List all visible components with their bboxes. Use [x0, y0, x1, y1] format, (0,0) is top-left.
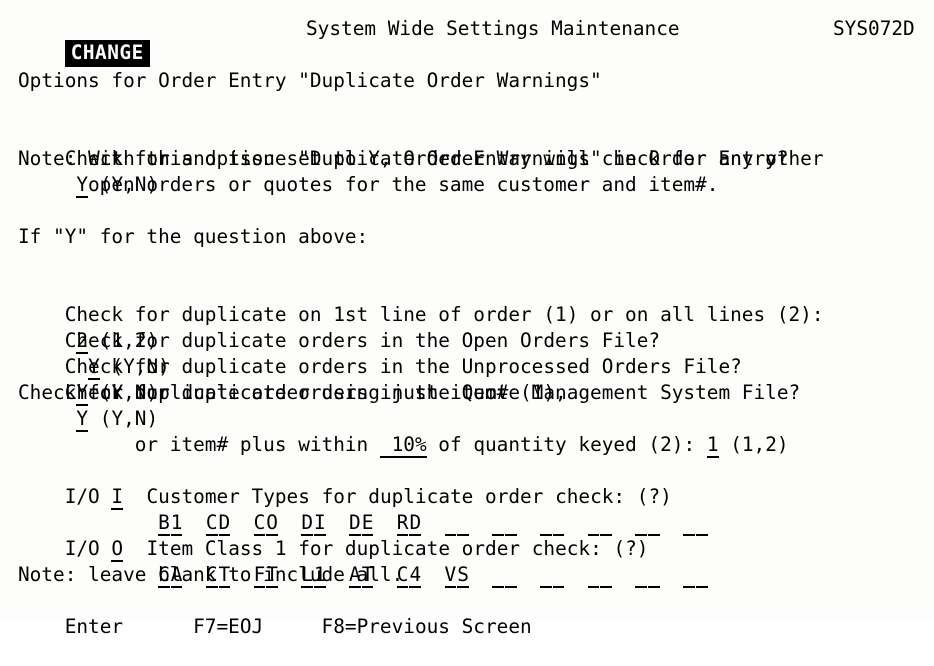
quantity-tolerance-percent-field[interactable]: 10%	[379, 434, 427, 458]
item-rule-middle: of quantity keyed (2):	[426, 433, 707, 456]
program-id: SYS072D	[833, 17, 915, 40]
item-class-row: I/O O Item Class 1 for duplicate order c…	[18, 510, 648, 562]
item-class-slot[interactable]: VS	[444, 562, 469, 588]
customer-types-slots-row: B1 CD CO DI DE RD	[18, 484, 708, 536]
item-class-slots-row: CA CT FT L1 AT C4 VS	[18, 536, 708, 588]
function-key-bar: Enter F7=EOJ F8=Previous Screen	[18, 588, 532, 638]
customer-types-row: I/O I Customer Types for duplicate order…	[18, 458, 672, 510]
terminal-screen: CHANGE System Wide Settings Maintenance …	[0, 0, 934, 638]
question-row-duplicate-line-scope: Check for duplicate on 1st line of order…	[18, 276, 824, 354]
page-title: System Wide Settings Maintenance	[306, 17, 680, 40]
customer-type-slot-gap	[660, 510, 683, 536]
mode-badge: CHANGE	[64, 40, 150, 67]
item-class-slot[interactable]	[635, 562, 660, 588]
item-class-slot-char[interactable]	[539, 564, 552, 588]
main-question-row: Check for and issue "Duplicate Order War…	[18, 120, 789, 198]
customer-type-slot-char[interactable]	[648, 512, 660, 536]
item-class-slot-gap	[564, 562, 587, 588]
customer-type-slot-char[interactable]	[695, 512, 708, 536]
item-class-slot-gap	[469, 562, 492, 588]
customer-type-slot[interactable]	[683, 510, 708, 536]
conditional-heading: If "Y" for the question above:	[18, 225, 369, 248]
item-class-slot-char[interactable]: S	[457, 564, 469, 588]
item-rule-line-2: or item# plus within 10% of quantity key…	[18, 406, 789, 458]
duplicate-warnings-field[interactable]: Y	[76, 174, 89, 198]
header-mode-badge-row: CHANGE	[18, 14, 150, 67]
item-class-slot-char[interactable]	[648, 564, 660, 588]
item-class-slot-char[interactable]	[587, 564, 600, 588]
item-class-slot-char[interactable]	[695, 564, 708, 588]
item-class-slot-char[interactable]	[600, 564, 613, 588]
note-line-1: Note: With this option set to Y, Order E…	[18, 147, 824, 170]
item-rule-mode-field[interactable]: 1	[706, 434, 719, 458]
item-class-slot-char[interactable]: V	[444, 564, 457, 588]
question-row-quote-management-file: Check for duplicate orders in the Quote …	[18, 354, 800, 432]
item-class-slot-char[interactable]	[635, 564, 648, 588]
question-row-unprocessed-orders-file: Check for duplicate orders in the Unproc…	[18, 328, 742, 406]
item-rule-indent	[65, 432, 135, 458]
item-class-slot-char[interactable]: 4	[409, 564, 422, 588]
item-class-slot-gap	[517, 562, 540, 588]
blank-note: Note: leave blank to include all.	[18, 563, 404, 586]
item-class-slot[interactable]	[587, 562, 613, 588]
item-class-slot-char[interactable]	[504, 564, 517, 588]
section-heading: Options for Order Entry "Duplicate Order…	[18, 69, 602, 92]
customer-type-slot-char[interactable]	[683, 512, 695, 536]
item-class-slot[interactable]	[683, 562, 708, 588]
item-class-slot-gap	[421, 562, 444, 588]
item-class-slot[interactable]	[539, 562, 565, 588]
note-line-2: open orders or quotes for the same custo…	[88, 173, 719, 196]
question-row-open-orders-file: Check for duplicate orders in the Open O…	[18, 302, 660, 380]
item-rule-line-1: Check for duplicate order using just ite…	[18, 381, 567, 404]
item-rule-prefix: or item# plus within	[134, 433, 380, 456]
item-class-slot-char[interactable]	[552, 564, 565, 588]
item-class-slot-char[interactable]	[492, 564, 504, 588]
item-class-slot-gap	[612, 562, 635, 588]
item-class-slot[interactable]	[492, 562, 517, 588]
item-class-slot-gap	[660, 562, 683, 588]
item-class-slot-char[interactable]	[683, 564, 695, 588]
item-rule-hint: (1,2)	[730, 433, 789, 456]
